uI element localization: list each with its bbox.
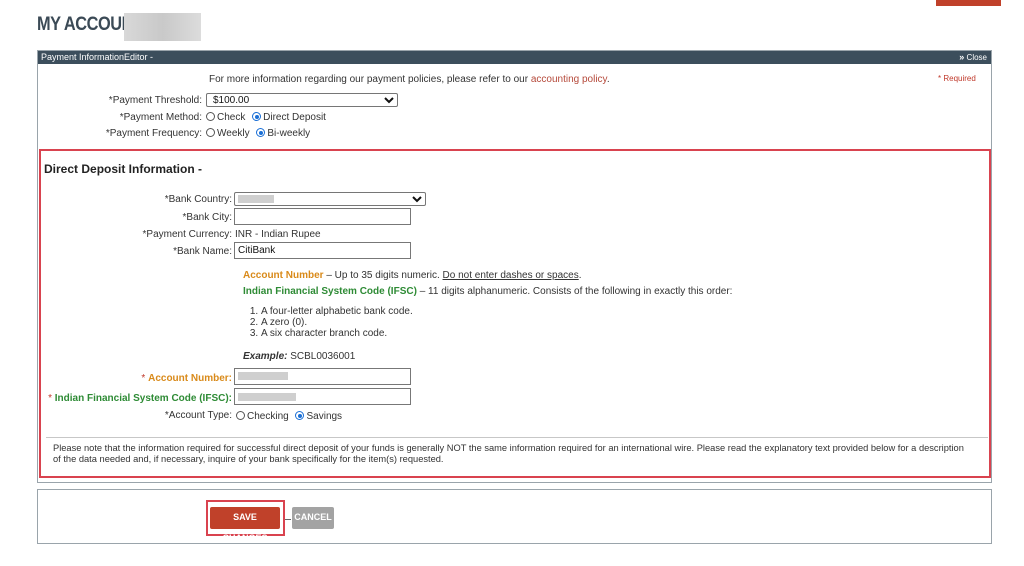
ifsc-example-label: Example: bbox=[243, 351, 288, 362]
ifsc-help-title: Indian Financial System Code (IFSC) bbox=[243, 286, 417, 297]
account-type-label: *Account Type: bbox=[164, 410, 232, 421]
account-number-help: Account Number – Up to 35 digits numeric… bbox=[243, 270, 582, 281]
account-number-help-title: Account Number bbox=[243, 270, 324, 281]
radio-savings[interactable] bbox=[295, 411, 305, 420]
payment-frequency-biweekly-label: Bi-weekly bbox=[267, 128, 311, 139]
panel-header: Payment InformationEditor - » Close bbox=[38, 51, 991, 64]
bank-name-label: *Bank Name: bbox=[173, 246, 232, 257]
redacted-bank-country bbox=[238, 195, 274, 203]
ifsc-example-value: SCBL0036001 bbox=[290, 351, 356, 362]
direct-deposit-note: Please note that the information require… bbox=[53, 443, 964, 464]
close-label: Close bbox=[966, 53, 987, 62]
top-action-tab[interactable] bbox=[936, 0, 1001, 6]
payment-threshold-select[interactable]: $100.00 bbox=[206, 93, 398, 107]
ifsc-format-step: A four-letter alphabetic bank code. bbox=[261, 306, 413, 317]
ifsc-help: Indian Financial System Code (IFSC) – 11… bbox=[243, 286, 732, 297]
direct-deposit-title: Direct Deposit Information - bbox=[44, 162, 203, 176]
bank-city-input[interactable] bbox=[234, 208, 411, 225]
radio-direct-deposit[interactable] bbox=[252, 112, 262, 121]
radio-checking[interactable] bbox=[236, 411, 245, 420]
ifsc-label-text: Indian Financial System Code (IFSC): bbox=[54, 393, 232, 404]
account-type-checking-label: Checking bbox=[247, 411, 289, 422]
redacted-account-name bbox=[124, 13, 201, 41]
ifsc-format-step: A zero (0). bbox=[261, 317, 413, 328]
payment-currency-value: INR - Indian Rupee bbox=[235, 229, 321, 240]
ifsc-format-step: A six character branch code. bbox=[261, 328, 413, 339]
ifsc-format-list: A four-letter alphabetic bank code. A ze… bbox=[235, 306, 413, 339]
account-number-help-warning: Do not enter dashes or spaces bbox=[442, 270, 579, 281]
payment-method-label: *Payment Method: bbox=[119, 112, 202, 123]
action-panel bbox=[37, 489, 992, 544]
payment-threshold-label: *Payment Threshold: bbox=[108, 95, 202, 106]
panel-header-title: Payment InformationEditor - bbox=[41, 52, 154, 62]
account-type-savings-label: Savings bbox=[306, 411, 343, 422]
double-chevron-icon: » bbox=[959, 52, 965, 62]
radio-check[interactable] bbox=[206, 112, 215, 121]
account-type-checking[interactable]: Checking bbox=[236, 411, 289, 422]
bank-city-label: *Bank City: bbox=[182, 212, 232, 223]
close-link[interactable]: » Close bbox=[959, 51, 987, 64]
bank-country-label: *Bank Country: bbox=[164, 194, 232, 205]
payment-method-check[interactable]: Check bbox=[206, 112, 245, 123]
account-number-help-end: . bbox=[578, 270, 582, 281]
button-separator bbox=[285, 519, 291, 520]
payment-frequency-weekly[interactable]: Weekly bbox=[206, 128, 250, 139]
policy-info-suffix: . bbox=[606, 74, 610, 85]
cancel-button[interactable]: CANCEL bbox=[292, 507, 334, 529]
payment-method-direct-deposit-label: Direct Deposit bbox=[263, 112, 326, 123]
payment-method-check-label: Check bbox=[217, 112, 246, 123]
payment-frequency-biweekly[interactable]: Bi-weekly bbox=[256, 128, 310, 139]
payment-currency-label: *Payment Currency: bbox=[142, 229, 232, 240]
payment-method-direct-deposit[interactable]: Direct Deposit bbox=[252, 112, 326, 123]
account-type-group: Checking Savings bbox=[236, 411, 346, 422]
ifsc-label: * Indian Financial System Code (IFSC): bbox=[48, 393, 232, 404]
payment-frequency-label: *Payment Frequency: bbox=[105, 128, 202, 139]
payment-frequency-group: Weekly Bi-weekly bbox=[206, 128, 314, 139]
account-number-label-text: Account Number: bbox=[148, 373, 232, 384]
policy-info-text: For more information regarding our payme… bbox=[209, 74, 610, 85]
redacted-account-number bbox=[238, 372, 288, 380]
note-divider bbox=[46, 437, 988, 438]
payment-frequency-weekly-label: Weekly bbox=[217, 128, 250, 139]
accounting-policy-link[interactable]: accounting policy bbox=[531, 74, 607, 85]
ifsc-help-text: – 11 digits alphanumeric. Consists of th… bbox=[416, 286, 733, 297]
required-note: * Required bbox=[938, 74, 976, 83]
policy-info-prefix: For more information regarding our payme… bbox=[209, 74, 531, 85]
ifsc-example: Example: SCBL0036001 bbox=[243, 351, 355, 362]
account-number-help-text: – Up to 35 digits numeric. bbox=[323, 270, 443, 281]
bank-name-input[interactable]: CitiBank bbox=[234, 242, 411, 259]
radio-weekly[interactable] bbox=[206, 128, 215, 137]
redacted-ifsc bbox=[238, 393, 296, 401]
account-number-label: * Account Number: bbox=[141, 373, 232, 384]
save-changes-button[interactable]: SAVE CHANGES bbox=[210, 507, 280, 543]
radio-biweekly[interactable] bbox=[256, 128, 266, 137]
account-type-savings[interactable]: Savings bbox=[295, 411, 342, 422]
payment-method-group: Check Direct Deposit bbox=[206, 112, 330, 123]
